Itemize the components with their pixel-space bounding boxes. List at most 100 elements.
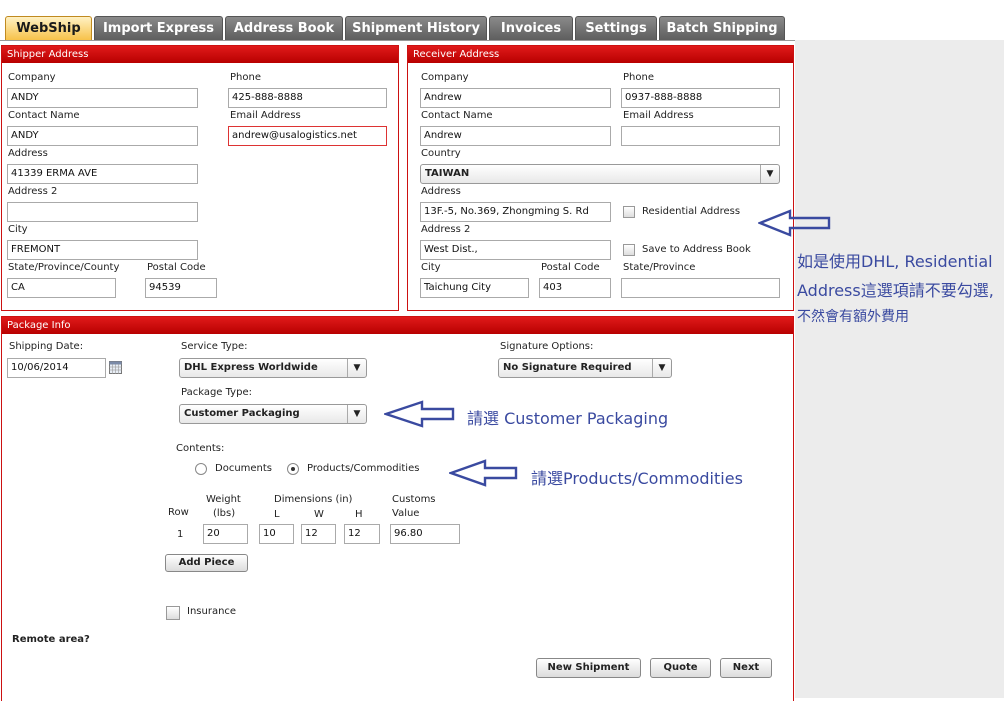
arrow-left-icon <box>758 209 831 237</box>
calendar-icon[interactable] <box>109 361 122 374</box>
package-type-select[interactable]: Customer Packaging ▼ <box>179 404 367 424</box>
shipper-contact-label: Contact Name <box>8 110 80 121</box>
products-note: 請選Products/Commodities <box>531 469 743 488</box>
shipper-state-input[interactable]: CA <box>7 278 116 298</box>
receiver-phone-input[interactable]: 0937-888-8888 <box>621 88 780 108</box>
save-address-checkbox[interactable] <box>623 244 635 256</box>
shipper-email-label: Email Address <box>230 110 301 121</box>
receiver-state-input[interactable] <box>621 278 780 298</box>
shipping-date-input[interactable]: 10/06/2014 <box>7 358 106 378</box>
receiver-email-label: Email Address <box>623 110 694 121</box>
receiver-city-input[interactable]: Taichung City <box>420 278 529 298</box>
receiver-country-select[interactable]: TAIWAN ▼ <box>420 164 780 184</box>
customs-unit: Value <box>392 508 420 519</box>
receiver-city-label: City <box>421 262 441 273</box>
receiver-postal-label: Postal Code <box>541 262 600 273</box>
arrow-left-icon <box>449 459 518 487</box>
chevron-down-icon: ▼ <box>347 405 366 423</box>
shipper-phone-input[interactable]: 425-888-8888 <box>228 88 387 108</box>
service-type-value: DHL Express Worldwide <box>184 362 318 373</box>
residential-note-line1: 如是使用DHL, Residential <box>797 252 993 271</box>
chevron-down-icon: ▼ <box>652 359 671 377</box>
length-header: L <box>274 509 280 520</box>
tab-settings[interactable]: Settings <box>575 16 657 40</box>
shipper-phone-label: Phone <box>230 72 261 83</box>
products-label: Products/Commodities <box>307 463 420 474</box>
shipper-city-input[interactable]: FREMONT <box>7 240 198 260</box>
shipper-postal-label: Postal Code <box>147 262 206 273</box>
shipper-company-label: Company <box>8 72 56 83</box>
arrow-left-icon <box>384 400 455 428</box>
tab-shipment-history[interactable]: Shipment History <box>345 16 487 40</box>
shipper-state-label: State/Province/County <box>8 262 120 273</box>
products-radio[interactable] <box>287 463 299 475</box>
receiver-address2-label: Address 2 <box>421 224 471 235</box>
receiver-address2-input[interactable]: West Dist., <box>420 240 611 260</box>
height-input[interactable]: 12 <box>344 524 380 544</box>
shipper-address-input[interactable]: 41339 ERMA AVE <box>7 164 198 184</box>
receiver-email-input[interactable] <box>621 126 780 146</box>
shipper-address2-label: Address 2 <box>8 186 58 197</box>
chevron-down-icon: ▼ <box>347 359 366 377</box>
shipper-company-input[interactable]: ANDY <box>7 88 198 108</box>
tab-invoices[interactable]: Invoices <box>489 16 573 40</box>
save-address-label: Save to Address Book <box>642 244 751 255</box>
receiver-contact-label: Contact Name <box>421 110 493 121</box>
row-number: 1 <box>177 529 184 540</box>
shipping-date-label: Shipping Date: <box>9 341 84 352</box>
service-type-label: Service Type: <box>181 341 248 352</box>
tab-batch-shipping[interactable]: Batch Shipping <box>659 16 785 40</box>
tab-bar: WebShip Import Express Address Book Ship… <box>0 0 1004 41</box>
receiver-country-label: Country <box>421 148 461 159</box>
residential-label: Residential Address <box>642 206 741 217</box>
packaging-note: 請選 Customer Packaging <box>467 409 669 428</box>
quote-button[interactable]: Quote <box>650 658 711 678</box>
tab-address-book[interactable]: Address Book <box>225 16 343 40</box>
residential-note-line3: 不然會有額外費用 <box>797 309 909 325</box>
chevron-down-icon: ▼ <box>760 165 779 183</box>
tab-import-express[interactable]: Import Express <box>94 16 223 40</box>
side-background <box>795 40 1004 698</box>
receiver-address-input[interactable]: 13F.-5, No.369, Zhongming S. Rd <box>420 202 611 222</box>
signature-value: No Signature Required <box>503 362 632 373</box>
tab-webship[interactable]: WebShip <box>5 16 92 40</box>
shipper-contact-input[interactable]: ANDY <box>7 126 198 146</box>
contents-label: Contents: <box>176 443 225 454</box>
shipper-panel-title: Shipper Address <box>2 46 398 63</box>
receiver-company-input[interactable]: Andrew <box>420 88 611 108</box>
length-input[interactable]: 10 <box>259 524 294 544</box>
width-header: W <box>314 509 324 520</box>
package-panel: Package Info Shipping Date: 10/06/2014 S… <box>1 316 794 701</box>
receiver-panel-title: Receiver Address <box>408 46 793 63</box>
new-shipment-button[interactable]: New Shipment <box>536 658 641 678</box>
remote-area-label: Remote area? <box>12 634 90 645</box>
width-input[interactable]: 12 <box>301 524 336 544</box>
documents-radio[interactable] <box>195 463 207 475</box>
residential-checkbox[interactable] <box>623 206 635 218</box>
package-type-label: Package Type: <box>181 387 252 398</box>
receiver-state-label: State/Province <box>623 262 696 273</box>
service-type-select[interactable]: DHL Express Worldwide ▼ <box>179 358 367 378</box>
shipper-city-label: City <box>8 224 28 235</box>
weight-input[interactable]: 20 <box>203 524 248 544</box>
add-piece-button[interactable]: Add Piece <box>165 554 248 572</box>
shipper-panel: Shipper Address Company ANDY Phone 425-8… <box>1 45 399 311</box>
shipper-email-input[interactable]: andrew@usalogistics.net <box>228 126 387 146</box>
insurance-checkbox[interactable] <box>166 606 180 620</box>
signature-select[interactable]: No Signature Required ▼ <box>498 358 672 378</box>
shipper-address2-input[interactable] <box>7 202 198 222</box>
customs-value-input[interactable]: 96.80 <box>390 524 460 544</box>
shipper-address-label: Address <box>8 148 48 159</box>
shipper-postal-input[interactable]: 94539 <box>145 278 217 298</box>
receiver-company-label: Company <box>421 72 469 83</box>
next-button[interactable]: Next <box>720 658 772 678</box>
documents-label: Documents <box>215 463 273 474</box>
receiver-postal-input[interactable]: 403 <box>539 278 611 298</box>
receiver-panel: Receiver Address Company Andrew Phone 09… <box>407 45 794 311</box>
receiver-contact-input[interactable]: Andrew <box>420 126 611 146</box>
receiver-phone-label: Phone <box>623 72 654 83</box>
weight-header: Weight <box>206 494 241 505</box>
residential-note-line2: Address這選項請不要勾選, <box>797 281 994 300</box>
height-header: H <box>355 509 363 520</box>
insurance-label: Insurance <box>187 606 237 617</box>
